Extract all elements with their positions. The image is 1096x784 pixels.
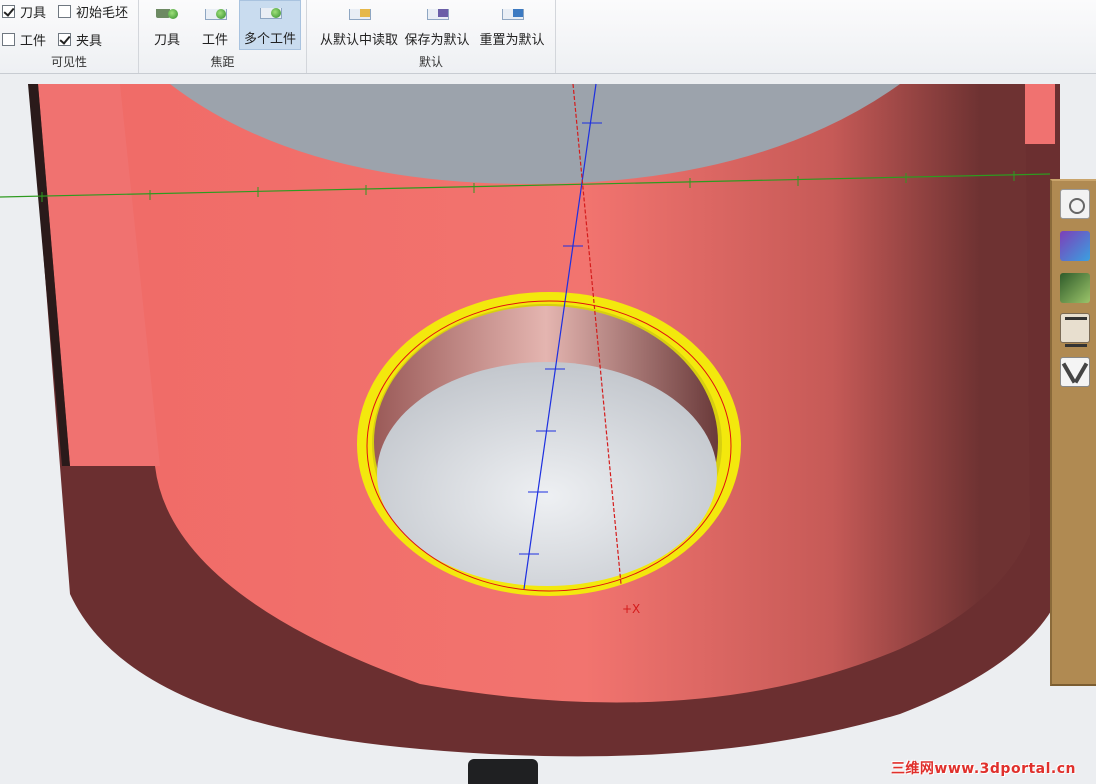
visibility-group-label: 可见性 — [50, 55, 87, 69]
reset-to-default-label: 重置为默认 — [479, 33, 545, 48]
checkbox-fixture[interactable]: 夹具 — [58, 30, 102, 49]
focus-workpiece-button[interactable]: 工件 — [195, 0, 235, 50]
focus-multiple-workpieces-button[interactable]: 多个工件 — [239, 0, 301, 50]
multiple-workpieces-icon — [257, 8, 283, 22]
camera-icon[interactable] — [1060, 189, 1090, 219]
tool-icon — [154, 9, 180, 23]
focus-tool-button[interactable]: 刀具 — [149, 0, 185, 50]
checkbox-tool-box[interactable] — [2, 5, 15, 18]
read-default-icon — [346, 9, 372, 23]
read-from-default-label: 从默认中读取 — [319, 33, 398, 48]
visibility-group: 刀具 初始毛坯 工件 夹具 可见性 — [0, 0, 139, 73]
watermark: 三维网www.3dportal.cn — [890, 761, 1076, 777]
checkbox-workpiece-box[interactable] — [2, 33, 15, 46]
checkbox-initial-stock-label: 初始毛坯 — [76, 6, 129, 21]
x-logo-icon[interactable] — [1060, 357, 1090, 387]
side-toolbar — [1050, 179, 1096, 686]
default-group: 从默认中读取 保存为默认 重置为默认 默认 — [307, 0, 556, 73]
focus-group-label: 焦距 — [210, 55, 235, 69]
save-default-icon — [424, 9, 450, 23]
tool-shank — [468, 759, 538, 784]
calligraphy-icon[interactable] — [1060, 313, 1090, 347]
checkbox-tool-label: 刀具 — [20, 6, 47, 21]
3d-viewport[interactable]: +X — [0, 74, 1096, 784]
save-as-default-label: 保存为默认 — [404, 33, 470, 48]
photo-icon[interactable] — [1060, 273, 1090, 303]
workpiece-icon — [202, 9, 228, 23]
checkbox-initial-stock-box[interactable] — [58, 5, 71, 18]
checkbox-fixture-label: 夹具 — [76, 34, 103, 49]
hole-opening — [377, 362, 717, 586]
checkbox-workpiece[interactable]: 工件 — [2, 30, 46, 49]
ribbon-toolbar: 刀具 初始毛坯 工件 夹具 可见性 刀具 工件 多个工件 焦距 从默认中读取 保… — [0, 0, 1096, 74]
default-group-label: 默认 — [418, 55, 443, 69]
checkbox-fixture-box[interactable] — [58, 33, 71, 46]
axis-marker: +X — [622, 602, 640, 616]
viewport-canvas: +X — [0, 74, 1096, 784]
part-right-strip — [1025, 84, 1055, 144]
focus-group: 刀具 工件 多个工件 焦距 — [139, 0, 307, 73]
focus-multiple-workpieces-label: 多个工件 — [243, 32, 296, 47]
focus-tool-label: 刀具 — [153, 33, 180, 48]
reset-default-icon — [499, 9, 525, 23]
focus-workpiece-label: 工件 — [201, 33, 228, 48]
checkbox-tool[interactable]: 刀具 — [2, 2, 46, 21]
save-as-default-button[interactable]: 保存为默认 — [403, 0, 471, 50]
reset-to-default-button[interactable]: 重置为默认 — [477, 0, 547, 50]
checkbox-initial-stock[interactable]: 初始毛坯 — [58, 2, 128, 21]
checkbox-workpiece-label: 工件 — [20, 34, 47, 49]
read-from-default-button[interactable]: 从默认中读取 — [313, 0, 405, 50]
bird-icon[interactable] — [1060, 231, 1090, 261]
